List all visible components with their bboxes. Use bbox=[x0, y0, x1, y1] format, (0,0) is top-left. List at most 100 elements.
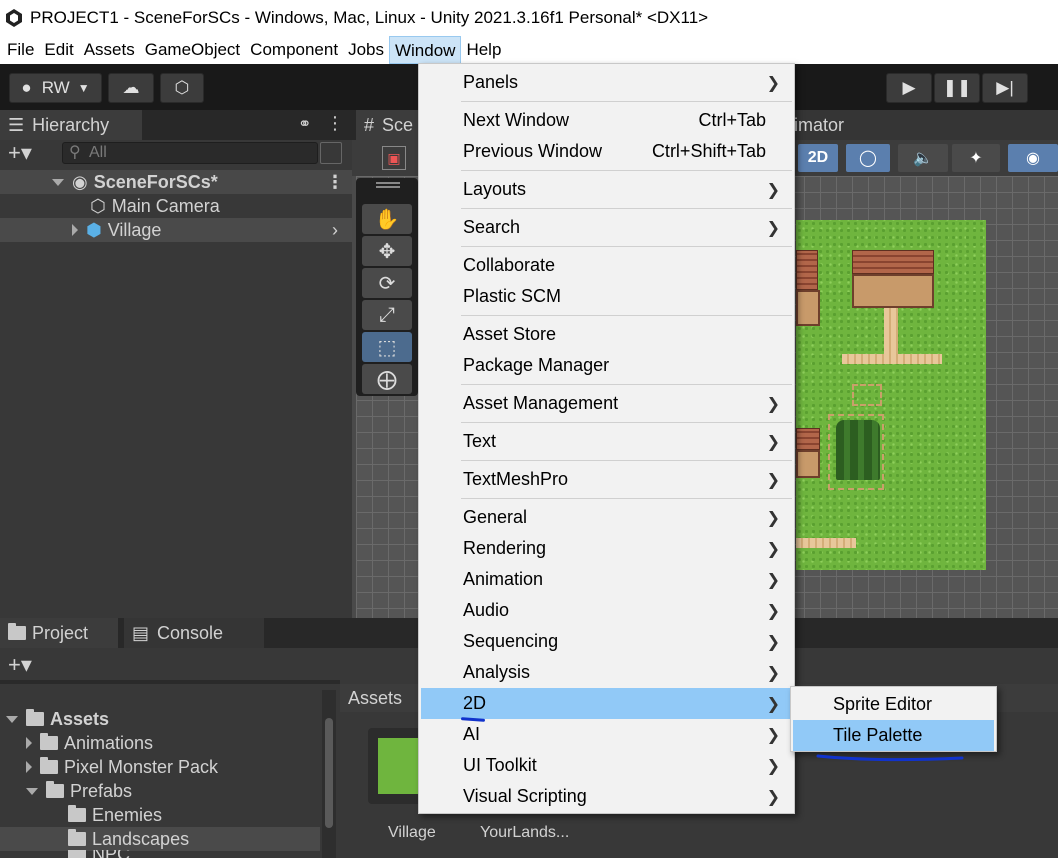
hierarchy-item-village[interactable]: ⬢ Village › bbox=[0, 218, 352, 242]
menu-item-plastic-scm[interactable]: Plastic SCM bbox=[421, 281, 792, 312]
scale-tool-button[interactable]: ⤢ bbox=[362, 300, 412, 330]
menu-help[interactable]: Help bbox=[461, 36, 506, 64]
tab-scene[interactable]: # Sce bbox=[356, 110, 422, 140]
account-button[interactable]: ● RW ▼ bbox=[9, 73, 102, 103]
chevron-right-icon: ❯ bbox=[766, 726, 780, 744]
filter-icon[interactable] bbox=[320, 142, 342, 164]
expand-arrow-icon[interactable] bbox=[52, 178, 64, 186]
menu-gameobject[interactable]: GameObject bbox=[140, 36, 245, 64]
project-tree-item-selected[interactable]: Landscapes bbox=[0, 827, 320, 851]
add-icon[interactable]: +▾ bbox=[8, 140, 32, 166]
menu-file[interactable]: File bbox=[2, 36, 39, 64]
expand-arrow-icon[interactable] bbox=[26, 761, 32, 773]
menu-item-textmeshpro[interactable]: TextMeshPro ❯ bbox=[421, 464, 792, 495]
menu-item-ui-toolkit[interactable]: UI Toolkit ❯ bbox=[421, 750, 792, 781]
tree-label: Enemies bbox=[92, 804, 163, 825]
menu-item-asset-management[interactable]: Asset Management ❯ bbox=[421, 388, 792, 419]
step-button[interactable]: ▶| bbox=[982, 73, 1028, 103]
menu-item-general[interactable]: General ❯ bbox=[421, 502, 792, 533]
menu-item-text[interactable]: Text ❯ bbox=[421, 426, 792, 457]
menu-item-sprite-editor[interactable]: Sprite Editor bbox=[793, 689, 994, 720]
expand-arrow-icon[interactable] bbox=[72, 224, 78, 236]
move-tool-button[interactable]: ✥ bbox=[362, 236, 412, 266]
hierarchy-item-main-camera[interactable]: ⬡ Main Camera bbox=[0, 194, 352, 218]
scrollbar-thumb[interactable] bbox=[325, 718, 333, 828]
project-tree-item[interactable]: Assets bbox=[6, 707, 109, 731]
project-tree-item[interactable]: Animations bbox=[26, 731, 153, 755]
project-tree-item[interactable]: NPC bbox=[68, 850, 130, 858]
menu-jobs[interactable]: Jobs bbox=[343, 36, 389, 64]
expand-arrow-icon[interactable] bbox=[26, 787, 38, 795]
expand-arrow-icon[interactable] bbox=[6, 715, 18, 723]
menu-item-package-manager[interactable]: Package Manager bbox=[421, 350, 792, 381]
hierarchy-search-input[interactable]: ⚲ All bbox=[62, 142, 318, 164]
chevron-right-icon: ❯ bbox=[766, 602, 780, 620]
audio-button[interactable]: 🔈 bbox=[898, 144, 948, 172]
menu-item-analysis[interactable]: Analysis ❯ bbox=[421, 657, 792, 688]
dirt-path bbox=[842, 354, 942, 364]
menu-item-search[interactable]: Search ❯ bbox=[421, 212, 792, 243]
cloud-button[interactable]: ☁ bbox=[108, 73, 154, 103]
hierarchy-panel: ☰ Hierarchy ⚭ ⋮ +▾ ⚲ All ◉ SceneForSCs* … bbox=[0, 110, 352, 618]
menu-item-tile-palette[interactable]: Tile Palette bbox=[793, 720, 994, 751]
menu-item-rendering[interactable]: Rendering ❯ bbox=[421, 533, 792, 564]
rotate-tool-button[interactable]: ⟳ bbox=[362, 268, 412, 298]
scrollbar[interactable] bbox=[322, 690, 336, 858]
menu-item-label: 2D bbox=[463, 693, 487, 713]
animator-tab-label: imator bbox=[794, 114, 845, 135]
menu-item-previous-window[interactable]: Previous Window Ctrl+Shift+Tab bbox=[421, 136, 792, 167]
rect-tool-button[interactable]: ⬚ bbox=[362, 332, 412, 362]
menu-item-animation[interactable]: Animation ❯ bbox=[421, 564, 792, 595]
menu-item-panels[interactable]: Panels ❯ bbox=[421, 67, 792, 98]
project-tree-item[interactable]: Pixel Monster Pack bbox=[26, 755, 218, 779]
add-asset-icon[interactable]: +▾ bbox=[8, 652, 32, 678]
menu-item-sequencing[interactable]: Sequencing ❯ bbox=[421, 626, 792, 657]
expand-arrow-icon[interactable] bbox=[26, 737, 32, 749]
hidden-objects-button[interactable]: ◉ bbox=[1008, 144, 1058, 172]
collab-button[interactable]: ⬡ bbox=[160, 73, 204, 103]
prefab-cube-icon: ⬢ bbox=[86, 219, 102, 240]
play-button[interactable]: ▶ bbox=[886, 73, 932, 103]
folder-icon bbox=[26, 709, 44, 726]
menu-separator bbox=[461, 101, 792, 102]
lock-icon[interactable]: ⚭ bbox=[298, 114, 311, 134]
hand-tool-button[interactable]: ✋ bbox=[362, 204, 412, 234]
scene-more-icon[interactable]: ⋮ bbox=[326, 172, 344, 193]
menu-window[interactable]: Window bbox=[388, 36, 462, 64]
hierarchy-scene-row[interactable]: ◉ SceneForSCs* ⋮ bbox=[0, 170, 352, 194]
more-icon[interactable]: ⋮ bbox=[326, 113, 344, 134]
village-tilemap[interactable] bbox=[796, 220, 986, 570]
mode-2d-button[interactable]: 2D bbox=[798, 144, 838, 172]
effects-button[interactable]: ✦ bbox=[952, 144, 1000, 172]
transform-tool-button[interactable]: ⨁ bbox=[362, 364, 412, 394]
menu-item-asset-store[interactable]: Asset Store bbox=[421, 319, 792, 350]
tab-hierarchy[interactable]: ☰ Hierarchy bbox=[0, 110, 142, 140]
lighting-button[interactable]: ◯ bbox=[846, 144, 890, 172]
menu-item-layouts[interactable]: Layouts ❯ bbox=[421, 174, 792, 205]
annotation-underline-tile-palette bbox=[816, 754, 964, 762]
menu-item-2d[interactable]: 2D ❯ bbox=[421, 688, 792, 719]
menu-edit[interactable]: Edit bbox=[39, 36, 78, 64]
draw-mode-icon[interactable]: ▣ bbox=[382, 146, 406, 170]
menu-assets[interactable]: Assets bbox=[79, 36, 140, 64]
menu-separator bbox=[461, 498, 792, 499]
chevron-right-icon: ❯ bbox=[766, 471, 780, 489]
project-tree-item[interactable]: Prefabs bbox=[26, 779, 132, 803]
mute-icon: 🔈 bbox=[913, 150, 933, 167]
chevron-right-icon[interactable]: › bbox=[332, 220, 338, 241]
tab-project[interactable]: Project bbox=[0, 618, 118, 648]
menu-item-audio[interactable]: Audio ❯ bbox=[421, 595, 792, 626]
tab-console[interactable]: ▤ Console bbox=[124, 618, 264, 648]
menu-item-ai[interactable]: AI ❯ bbox=[421, 719, 792, 750]
drag-handle-icon[interactable] bbox=[376, 182, 400, 188]
unity-logo-icon bbox=[6, 9, 22, 27]
plastic-scm-icon: ⬡ bbox=[174, 78, 190, 97]
menu-item-next-window[interactable]: Next Window Ctrl+Tab bbox=[421, 105, 792, 136]
project-tree-item[interactable]: Enemies bbox=[68, 803, 162, 827]
menu-component[interactable]: Component bbox=[245, 36, 343, 64]
console-tab-label: Console bbox=[157, 622, 224, 643]
menu-item-collaborate[interactable]: Collaborate bbox=[421, 250, 792, 281]
pause-button[interactable]: ❚❚ bbox=[934, 73, 980, 103]
tab-animator[interactable]: imator bbox=[792, 110, 1058, 140]
menu-item-visual-scripting[interactable]: Visual Scripting ❯ bbox=[421, 781, 792, 812]
